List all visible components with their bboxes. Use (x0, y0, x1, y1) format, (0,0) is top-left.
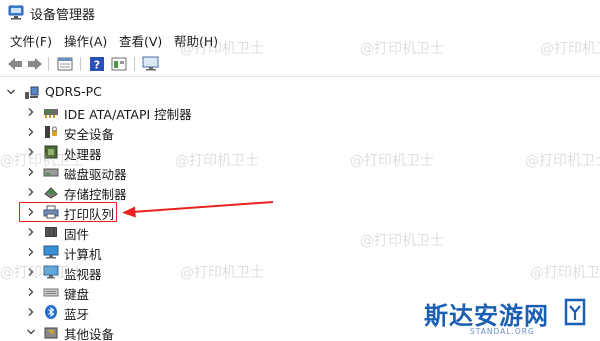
toolbar-separator (48, 57, 49, 71)
chevron-right-icon[interactable] (24, 305, 38, 319)
tree-item-label: 安全设备 (64, 127, 115, 142)
computer-root-icon (23, 84, 39, 100)
storage-controller-icon (43, 184, 59, 200)
show-hidden-icon[interactable] (110, 55, 128, 73)
disk-drive-icon (43, 164, 59, 180)
brand-name: 斯达安游网 (424, 301, 549, 330)
chevron-right-icon[interactable] (24, 185, 38, 199)
chevron-right-icon[interactable] (24, 285, 38, 299)
bluetooth-icon (43, 304, 59, 320)
menu-help[interactable]: 帮助(H) (174, 31, 218, 50)
brand-subtitle: STANDAL.ORG (470, 327, 535, 336)
chevron-right-icon[interactable] (24, 265, 38, 279)
toolbar-separator (134, 57, 135, 71)
computer-icon (43, 244, 59, 260)
tree-item-label: 其他设备 (64, 327, 115, 341)
toolbar-separator (80, 57, 81, 71)
menu-action[interactable]: 操作(A) (64, 31, 107, 50)
help-icon[interactable]: ? (88, 55, 106, 73)
tree-item-processor[interactable]: 处理器 (0, 142, 600, 162)
tree-item-label: 处理器 (64, 147, 102, 162)
device-manager-icon (8, 5, 24, 20)
chevron-right-icon[interactable] (24, 145, 38, 159)
tree-item-label: 蓝牙 (64, 307, 90, 322)
title-bar: 设备管理器 (0, 0, 600, 26)
brand-logo: 斯达安游网 STANDAL.ORG (424, 296, 596, 340)
properties-icon[interactable] (56, 55, 74, 73)
keyboard-icon (43, 284, 59, 300)
firmware-icon (43, 224, 59, 240)
menu-bar: 文件(F) 操作(A) 查看(V) 帮助(H) (0, 28, 600, 50)
tree-item-label: 固件 (64, 227, 90, 242)
menu-file[interactable]: 文件(F) (10, 31, 52, 50)
processor-icon (43, 144, 59, 160)
tree-root-label: QDRS-PC (45, 84, 102, 99)
tree-item-label: 计算机 (64, 247, 102, 262)
brand-mark-icon (564, 298, 586, 326)
tree-item-ide[interactable]: IDE ATA/ATAPI 控制器 (0, 102, 600, 122)
chevron-right-icon[interactable] (24, 245, 38, 259)
tree-item-label: 监视器 (64, 267, 102, 282)
annotation-arrow (122, 201, 274, 218)
chevron-right-icon[interactable] (24, 165, 38, 179)
toolbar: ? (0, 51, 600, 77)
tree-item-storage[interactable]: 存储控制器 (0, 182, 600, 202)
chevron-right-icon[interactable] (24, 105, 38, 119)
other-device-icon (43, 324, 59, 340)
window-title: 设备管理器 (30, 8, 96, 23)
chevron-down-icon[interactable] (4, 85, 18, 99)
back-icon[interactable] (6, 55, 24, 73)
chevron-down-icon[interactable] (24, 325, 38, 339)
monitor-icon (43, 264, 59, 280)
ide-controller-icon (43, 104, 59, 120)
chevron-right-icon[interactable] (24, 125, 38, 139)
tree-item-monitor[interactable]: 监视器 (0, 262, 600, 282)
forward-icon[interactable] (26, 55, 44, 73)
tree-item-label: IDE ATA/ATAPI 控制器 (64, 107, 192, 122)
tree-item-firmware[interactable]: 固件 (0, 222, 600, 242)
tree-item-security[interactable]: 安全设备 (0, 122, 600, 142)
tree-root[interactable]: QDRS-PC (0, 82, 600, 102)
monitor-icon[interactable] (142, 55, 160, 73)
tree-item-computer[interactable]: 计算机 (0, 242, 600, 262)
security-device-icon (43, 124, 59, 140)
annotation-highlight-box (19, 202, 117, 222)
menu-view[interactable]: 查看(V) (119, 31, 162, 50)
svg-text:?: ? (94, 59, 100, 72)
tree-item-label: 键盘 (64, 287, 90, 302)
tree-item-label: 磁盘驱动器 (64, 167, 127, 182)
chevron-right-icon[interactable] (24, 225, 38, 239)
tree-item-disk[interactable]: 磁盘驱动器 (0, 162, 600, 182)
